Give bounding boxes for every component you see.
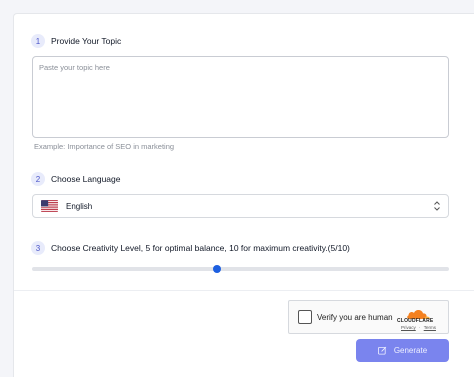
generate-label: Generate — [393, 346, 428, 355]
step-label: Choose Language — [51, 174, 121, 184]
edit-icon — [377, 346, 387, 355]
topic-example-hint: Example: Importance of SEO in marketing — [34, 142, 175, 151]
chevron-up-down-icon — [434, 201, 440, 211]
terms-link[interactable]: Terms — [424, 325, 436, 330]
step-label: Choose Creativity Level, 5 for optimal b… — [51, 243, 350, 253]
us-flag-icon — [41, 200, 58, 212]
verify-checkbox[interactable] — [298, 310, 312, 324]
captcha-widget: Verify you are human CLOUDFLARE Privacy … — [288, 300, 449, 334]
creativity-slider-track[interactable] — [32, 267, 449, 271]
link-separator: · — [419, 325, 421, 330]
step-number-badge: 3 — [31, 241, 45, 255]
step-creativity-heading: 3 Choose Creativity Level, 5 for optimal… — [31, 241, 350, 255]
step-number-badge: 1 — [31, 34, 45, 48]
divider — [14, 290, 474, 291]
topic-input[interactable] — [32, 56, 449, 138]
privacy-link[interactable]: Privacy — [401, 325, 416, 330]
cloudflare-wordmark: CLOUDFLARE — [397, 318, 434, 324]
step-number-badge: 2 — [31, 172, 45, 186]
form-card: 1 Provide Your Topic Example: Importance… — [13, 13, 474, 377]
step-language-heading: 2 Choose Language — [31, 172, 120, 186]
captcha-links: Privacy · Terms — [401, 325, 436, 330]
captcha-label: Verify you are human — [317, 313, 393, 322]
creativity-slider-thumb[interactable] — [213, 265, 222, 273]
generate-button[interactable]: Generate — [356, 339, 449, 362]
language-select[interactable]: English — [32, 194, 449, 218]
step-label: Provide Your Topic — [51, 36, 122, 46]
selected-language: English — [66, 201, 93, 211]
step-topic-heading: 1 Provide Your Topic — [31, 34, 121, 48]
